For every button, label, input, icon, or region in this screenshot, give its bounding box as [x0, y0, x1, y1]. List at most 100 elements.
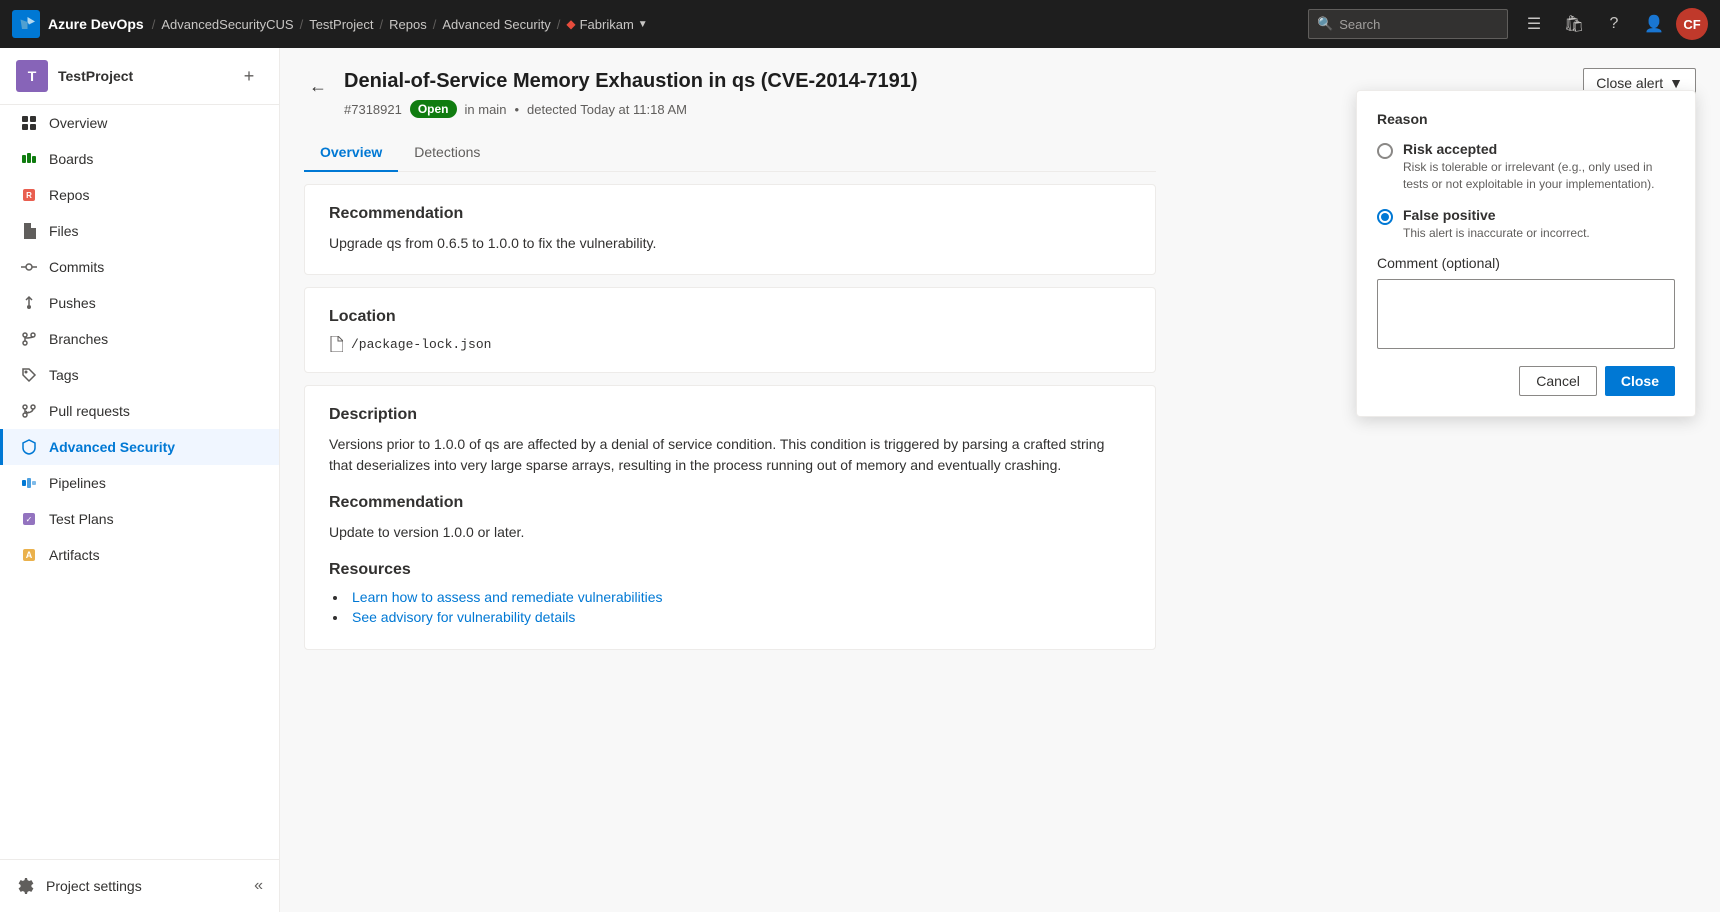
resources-title: Resources [329, 561, 1131, 579]
recommendation2-text: Update to version 1.0.0 or later. [329, 522, 1131, 543]
repos-icon: R [19, 185, 39, 205]
azure-devops-logo[interactable] [12, 10, 40, 38]
breadcrumb-sep-1: / [300, 17, 304, 32]
page-title: Denial-of-Service Memory Exhaustion in q… [344, 68, 1156, 94]
sidebar-item-project-settings[interactable]: Project settings « [0, 868, 279, 904]
recommendation-text: Upgrade qs from 0.6.5 to 1.0.0 to fix th… [329, 233, 1131, 254]
sidebar-project-header: T TestProject + [0, 48, 279, 105]
sidebar-item-pull-requests[interactable]: Pull requests [0, 393, 279, 429]
page-header: ← Denial-of-Service Memory Exhaustion in… [304, 68, 1156, 118]
project-icon: T [16, 60, 48, 92]
sidebar-item-branches[interactable]: Branches [0, 321, 279, 357]
comment-textarea[interactable] [1377, 279, 1675, 349]
collapse-sidebar-icon[interactable]: « [254, 877, 263, 895]
file-icon [329, 336, 343, 352]
false-positive-option[interactable]: False positive This alert is inaccurate … [1377, 207, 1675, 242]
comment-label: Comment (optional) [1377, 255, 1675, 271]
tab-detections-label: Detections [414, 144, 480, 160]
false-positive-content: False positive This alert is inaccurate … [1403, 207, 1590, 242]
description-text: Versions prior to 1.0.0 of qs are affect… [329, 434, 1131, 476]
sidebar-item-artifacts[interactable]: A Artifacts [0, 537, 279, 573]
sidebar: T TestProject + Overview Boards R [0, 48, 280, 912]
sidebar-item-artifacts-label: Artifacts [49, 547, 100, 563]
sidebar-item-tags-label: Tags [49, 367, 79, 383]
content-area: ← Denial-of-Service Memory Exhaustion in… [280, 48, 1180, 670]
boards-icon [19, 149, 39, 169]
settings-list-icon[interactable]: ☰ [1516, 6, 1552, 42]
description-title: Description [329, 406, 1131, 424]
search-placeholder: Search [1339, 17, 1380, 32]
panel-actions: Cancel Close [1377, 366, 1675, 396]
tab-overview[interactable]: Overview [304, 134, 398, 172]
sidebar-item-overview[interactable]: Overview [0, 105, 279, 141]
sidebar-item-pipelines-label: Pipelines [49, 475, 106, 491]
svg-text:R: R [26, 191, 32, 200]
risk-accepted-content: Risk accepted Risk is tolerable or irrel… [1403, 141, 1675, 193]
topbar-icons: ☰ 🛍 ? 👤 CF [1516, 6, 1708, 42]
commits-icon [19, 257, 39, 277]
risk-accepted-desc: Risk is tolerable or irrelevant (e.g., o… [1403, 159, 1675, 193]
tab-detections[interactable]: Detections [398, 134, 496, 172]
project-name: TestProject [58, 68, 225, 84]
add-project-button[interactable]: + [235, 62, 263, 90]
close-confirm-button[interactable]: Close [1605, 366, 1675, 396]
breadcrumb-project[interactable]: TestProject [309, 17, 373, 32]
meta-detected: detected Today at 11:18 AM [527, 102, 687, 117]
risk-accepted-option[interactable]: Risk accepted Risk is tolerable or irrel… [1377, 141, 1675, 193]
recommendation-section: Recommendation Upgrade qs from 0.6.5 to … [304, 184, 1156, 275]
search-icon: 🔍 [1317, 16, 1333, 32]
sidebar-item-pushes-label: Pushes [49, 295, 96, 311]
sidebar-item-repos[interactable]: R Repos [0, 177, 279, 213]
cancel-button[interactable]: Cancel [1519, 366, 1597, 396]
resource-link-1[interactable]: Learn how to assess and remediate vulner… [352, 589, 663, 605]
breadcrumb-org[interactable]: AdvancedSecurityCUS [161, 17, 293, 32]
pipelines-icon [19, 473, 39, 493]
search-input[interactable]: 🔍 Search [1308, 9, 1508, 39]
tabs: Overview Detections [304, 134, 1156, 172]
list-item: See advisory for vulnerability details [333, 609, 1131, 625]
topbar: Azure DevOps / AdvancedSecurityCUS / Tes… [0, 0, 1720, 48]
settings-icon [16, 876, 36, 896]
sidebar-item-pull-requests-label: Pull requests [49, 403, 130, 419]
sidebar-nav: Overview Boards R Repos Files [0, 105, 279, 859]
breadcrumb-sep-2: / [380, 17, 384, 32]
panel-reason-title: Reason [1377, 111, 1675, 127]
user-avatar[interactable]: CF [1676, 8, 1708, 40]
resource-link-2[interactable]: See advisory for vulnerability details [352, 609, 575, 625]
sidebar-item-pipelines[interactable]: Pipelines [0, 465, 279, 501]
sidebar-footer: Project settings « [0, 859, 279, 912]
user-settings-icon[interactable]: 👤 [1636, 6, 1672, 42]
sidebar-item-tags[interactable]: Tags [0, 357, 279, 393]
location-file: /package-lock.json [329, 336, 1131, 352]
location-title: Location [329, 308, 1131, 326]
sidebar-item-files[interactable]: Files [0, 213, 279, 249]
false-positive-radio[interactable] [1377, 209, 1393, 225]
page-meta: #7318921 Open in main • detected Today a… [344, 100, 1156, 118]
help-icon[interactable]: ? [1596, 6, 1632, 42]
chevron-down-icon[interactable]: ▼ [638, 19, 648, 30]
breadcrumb-repos[interactable]: Repos [389, 17, 427, 32]
shopping-bag-icon[interactable]: 🛍 [1556, 6, 1592, 42]
back-button[interactable]: ← [304, 72, 332, 100]
sidebar-item-test-plans[interactable]: ✓ Test Plans [0, 501, 279, 537]
topbar-breadcrumb: / AdvancedSecurityCUS / TestProject / Re… [152, 17, 648, 32]
breadcrumb-advanced-security[interactable]: Advanced Security [442, 17, 550, 32]
risk-accepted-radio[interactable] [1377, 143, 1393, 159]
status-badge: Open [410, 100, 457, 118]
sidebar-item-repos-label: Repos [49, 187, 89, 203]
sidebar-item-boards[interactable]: Boards [0, 141, 279, 177]
close-alert-panel: Reason Risk accepted Risk is tolerable o… [1356, 90, 1696, 417]
recommendation2-title: Recommendation [329, 494, 1131, 512]
sidebar-item-advanced-security[interactable]: Advanced Security [0, 429, 279, 465]
sidebar-item-pushes[interactable]: Pushes [0, 285, 279, 321]
sidebar-item-commits[interactable]: Commits [0, 249, 279, 285]
tab-overview-label: Overview [320, 144, 382, 160]
breadcrumb-sep-4: / [557, 17, 561, 32]
breadcrumb-fabrikam[interactable]: ◆ Fabrikam ▼ [566, 17, 647, 32]
false-positive-label: False positive [1403, 207, 1590, 223]
project-initial: T [28, 68, 37, 84]
topbar-brand[interactable]: Azure DevOps [48, 16, 144, 32]
branches-icon [19, 329, 39, 349]
artifacts-icon: A [19, 545, 39, 565]
pull-requests-icon [19, 401, 39, 421]
